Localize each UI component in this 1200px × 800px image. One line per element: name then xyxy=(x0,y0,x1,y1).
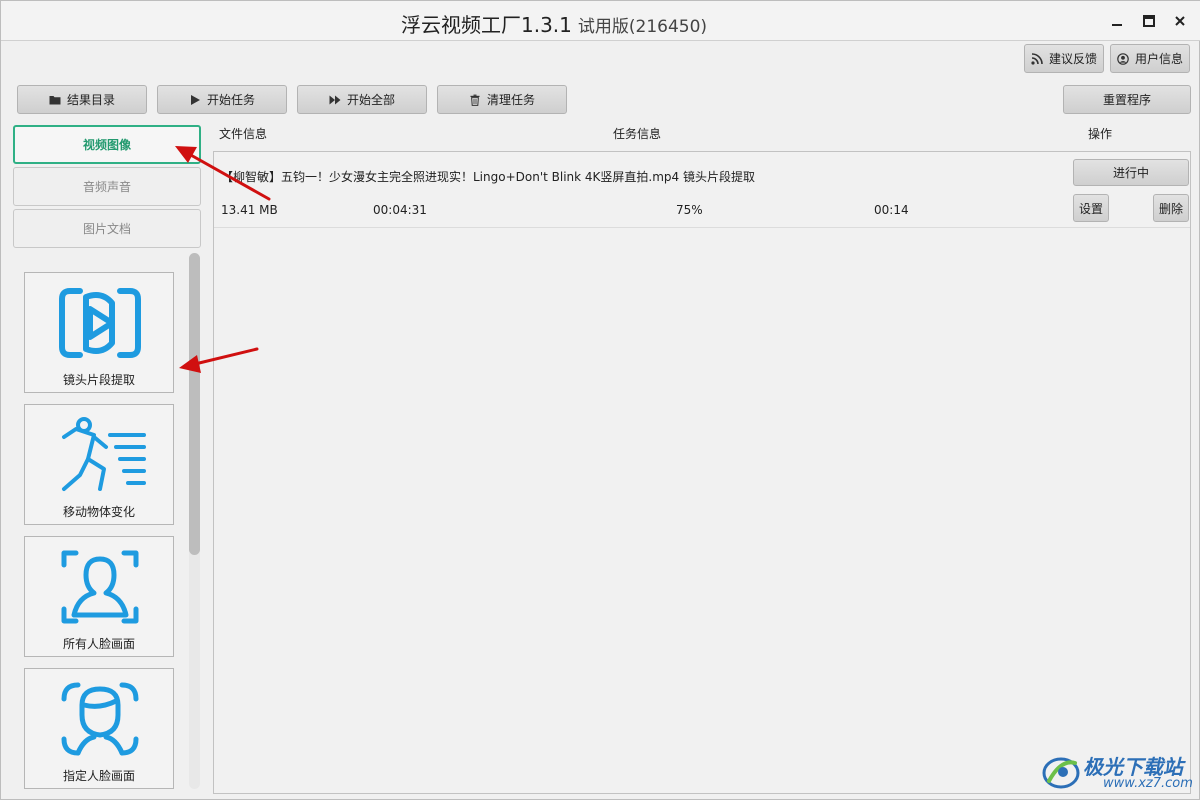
column-task-info: 任务信息 xyxy=(613,127,662,141)
close-icon xyxy=(1175,16,1185,26)
task-status-button[interactable]: 进行中 xyxy=(1073,159,1189,186)
tool-card-moving-object[interactable]: 移动物体变化 xyxy=(24,404,174,525)
watermark-url: www.xz7.com xyxy=(1103,776,1193,791)
watermark-logo-icon xyxy=(1042,757,1080,789)
feedback-button[interactable]: 建议反馈 xyxy=(1024,44,1104,73)
trash-icon xyxy=(470,94,480,106)
window-title: 浮云视频工厂1.3.1 试用版(216450) xyxy=(401,9,707,38)
result-dir-label: 结果目录 xyxy=(66,93,115,107)
watermark: 极光下载站 www.xz7.com xyxy=(1041,749,1193,795)
specific-face-icon xyxy=(61,682,139,756)
user-icon xyxy=(1117,52,1129,65)
tool-card-specific-face[interactable]: 指定人脸画面 xyxy=(24,668,174,789)
category-label: 音频声音 xyxy=(82,180,131,194)
close-button[interactable] xyxy=(1169,11,1191,31)
task-settings-label: 设置 xyxy=(1078,201,1103,216)
clear-tasks-label: 清理任务 xyxy=(486,93,535,107)
running-man-icon xyxy=(62,417,146,491)
task-settings-button[interactable]: 设置 xyxy=(1073,194,1109,222)
maximize-icon xyxy=(1143,15,1155,27)
column-actions: 操作 xyxy=(1088,127,1113,141)
shot-clip-icon xyxy=(59,288,141,358)
folder-icon xyxy=(49,95,61,104)
task-row: 【柳智敏】五钧一！少女漫女主完全照进现实！Lingo+Don't Blink 4… xyxy=(214,152,1190,228)
tool-label: 指定人脸画面 xyxy=(62,769,135,783)
task-elapsed: 00:14 xyxy=(874,203,909,217)
start-task-label: 开始任务 xyxy=(206,93,255,107)
task-status-label: 进行中 xyxy=(1112,166,1149,180)
task-delete-label: 删除 xyxy=(1158,201,1183,216)
tool-list-scrollbar-thumb[interactable] xyxy=(189,253,200,555)
user-info-label: 用户信息 xyxy=(1134,52,1183,66)
start-all-button[interactable]: 开始全部 xyxy=(297,85,427,114)
result-dir-button[interactable]: 结果目录 xyxy=(17,85,147,114)
start-all-label: 开始全部 xyxy=(346,93,395,107)
fast-forward-icon xyxy=(329,95,341,104)
user-info-button[interactable]: 用户信息 xyxy=(1110,44,1190,73)
app-window: 浮云视频工厂1.3.1 试用版(216450) 建议反馈 用户信息 结果目录 开始… xyxy=(0,0,1200,800)
title-bar[interactable]: 浮云视频工厂1.3.1 试用版(216450) xyxy=(1,1,1200,41)
category-label: 图片文档 xyxy=(82,222,131,236)
rss-icon xyxy=(1031,52,1043,65)
task-file-size: 13.41 MB xyxy=(221,203,278,217)
minimize-button[interactable] xyxy=(1106,11,1128,31)
reset-program-label: 重置程序 xyxy=(1102,93,1151,107)
category-video-image[interactable]: 视频图像 xyxy=(13,125,201,164)
maximize-button[interactable] xyxy=(1138,11,1160,31)
tool-card-all-faces[interactable]: 所有人脸画面 xyxy=(24,536,174,657)
start-task-button[interactable]: 开始任务 xyxy=(157,85,287,114)
reset-program-button[interactable]: 重置程序 xyxy=(1063,85,1191,114)
task-delete-button[interactable]: 删除 xyxy=(1153,194,1189,222)
column-file-info: 文件信息 xyxy=(219,127,268,141)
feedback-label: 建议反馈 xyxy=(1048,52,1097,66)
face-scan-icon xyxy=(61,550,139,624)
category-audio[interactable]: 音频声音 xyxy=(13,167,201,206)
task-progress: 75% xyxy=(676,203,703,217)
minimize-icon xyxy=(1112,24,1122,26)
tool-card-shot-clip[interactable]: 镜头片段提取 xyxy=(24,272,174,393)
app-title: 浮云视频工厂1.3.1 xyxy=(401,13,572,37)
play-icon xyxy=(190,94,200,105)
task-duration: 00:04:31 xyxy=(373,203,427,217)
tool-label: 镜头片段提取 xyxy=(62,373,135,387)
category-image-document[interactable]: 图片文档 xyxy=(13,209,201,248)
tool-label: 移动物体变化 xyxy=(62,505,135,519)
category-label: 视频图像 xyxy=(82,138,131,152)
clear-tasks-button[interactable]: 清理任务 xyxy=(437,85,567,114)
edition-label: 试用版(216450) xyxy=(577,17,708,37)
tool-list: 镜头片段提取 移动物体变化 所有人脸画面 指定人脸画面 xyxy=(13,253,203,789)
task-list: 【柳智敏】五钧一！少女漫女主完全照进现实！Lingo+Don't Blink 4… xyxy=(213,151,1191,794)
task-file-name: 【柳智敏】五钧一！少女漫女主完全照进现实！Lingo+Don't Blink 4… xyxy=(221,170,755,184)
tool-label: 所有人脸画面 xyxy=(62,637,135,651)
